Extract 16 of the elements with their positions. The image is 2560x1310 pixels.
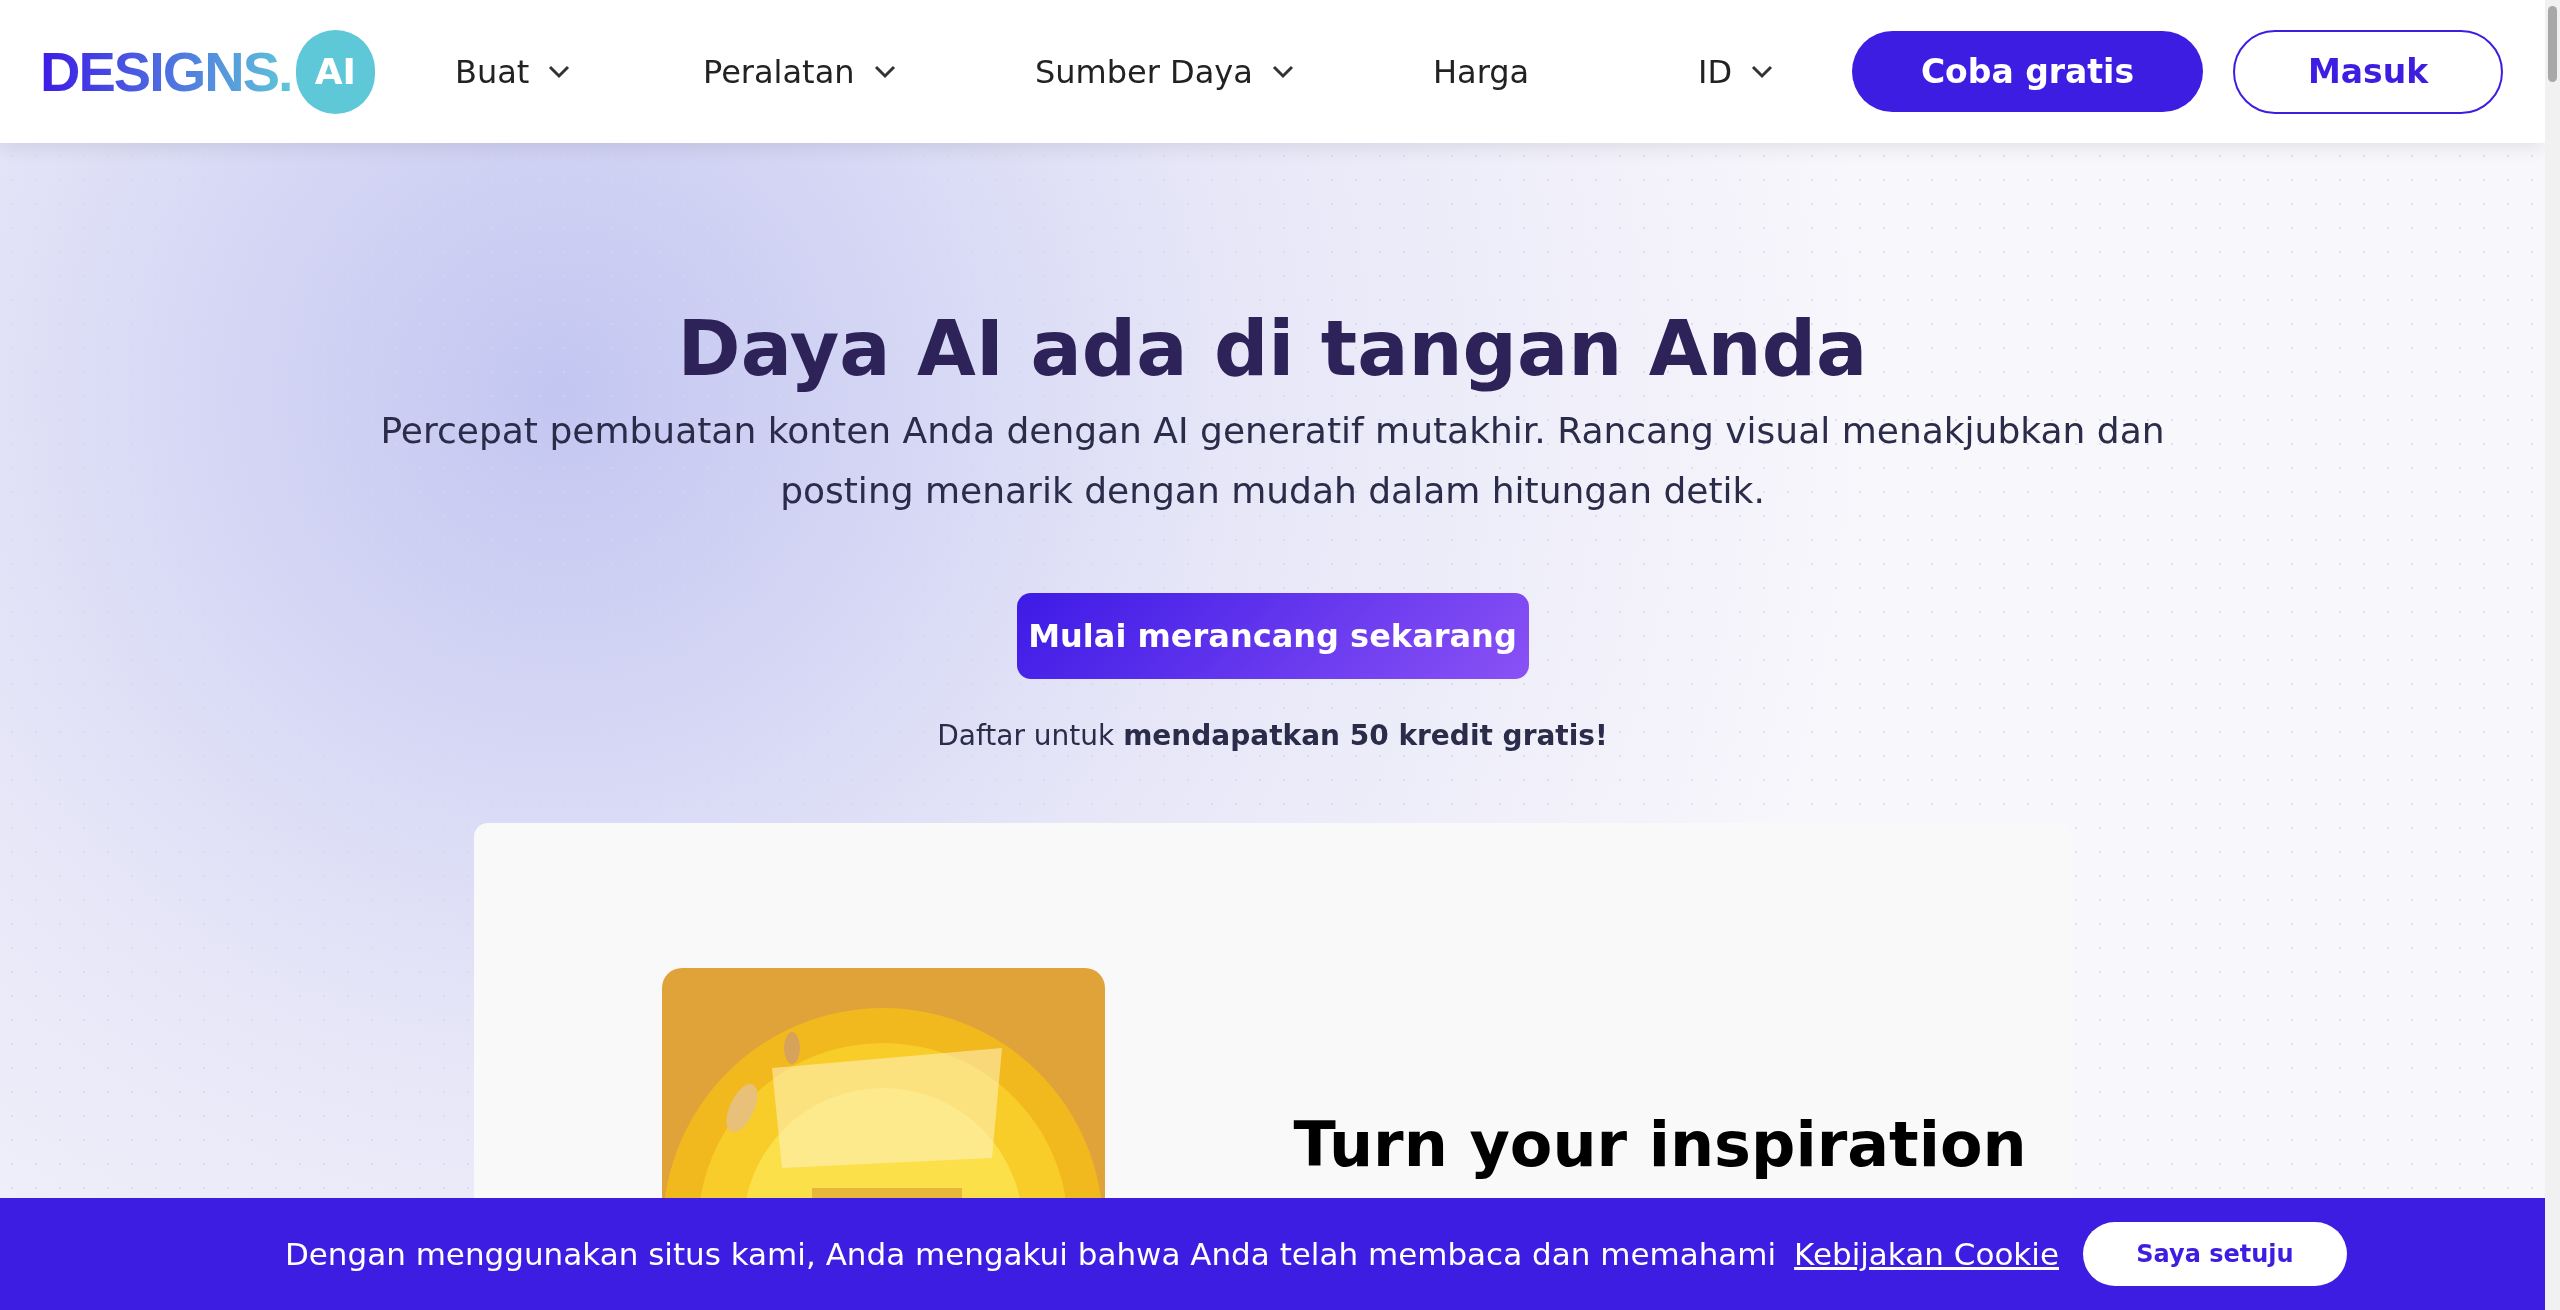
cookie-policy-link[interactable]: Kebijakan Cookie xyxy=(1794,1230,2059,1278)
free-trial-button[interactable]: Coba gratis xyxy=(1852,31,2203,112)
login-button[interactable]: Masuk xyxy=(2233,29,2503,114)
cookie-notice: Dengan menggunakan situs kami, Anda mengakui bahwa Anda telah membaca dan memahami xyxy=(284,1234,1777,1274)
scroll-bar[interactable] xyxy=(2545,0,2560,1310)
hero-title: Daya AI ada di tangan Anda xyxy=(677,303,1868,395)
nav-link[interactable]: Harga xyxy=(1433,47,1530,96)
start-designing-button[interactable]: Mulai merancang sekarang xyxy=(1016,593,1529,679)
showcase-heading: Turn your inspiration xyxy=(1293,1107,2027,1183)
nav-dropdown[interactable]: Sumber Daya xyxy=(1035,47,1295,96)
free-credits-note: Daftar untuk mendapatkan 50 kredit gratis! xyxy=(937,718,1608,754)
nav-dropdown[interactable]: Peralatan xyxy=(703,47,897,96)
nav-dropdown[interactable]: ID xyxy=(1698,47,1775,96)
hero-subtitle: Percepat pembuatan konten Anda dengan AI generatif mutakhir. Rancang visual menakjubkan dan posting menarik dengan mudah dalam hitungan detik. xyxy=(379,409,2166,513)
agree-button[interactable]: Saya setuju xyxy=(2083,1222,2347,1286)
nav-dropdown[interactable]: Buat xyxy=(455,47,572,96)
